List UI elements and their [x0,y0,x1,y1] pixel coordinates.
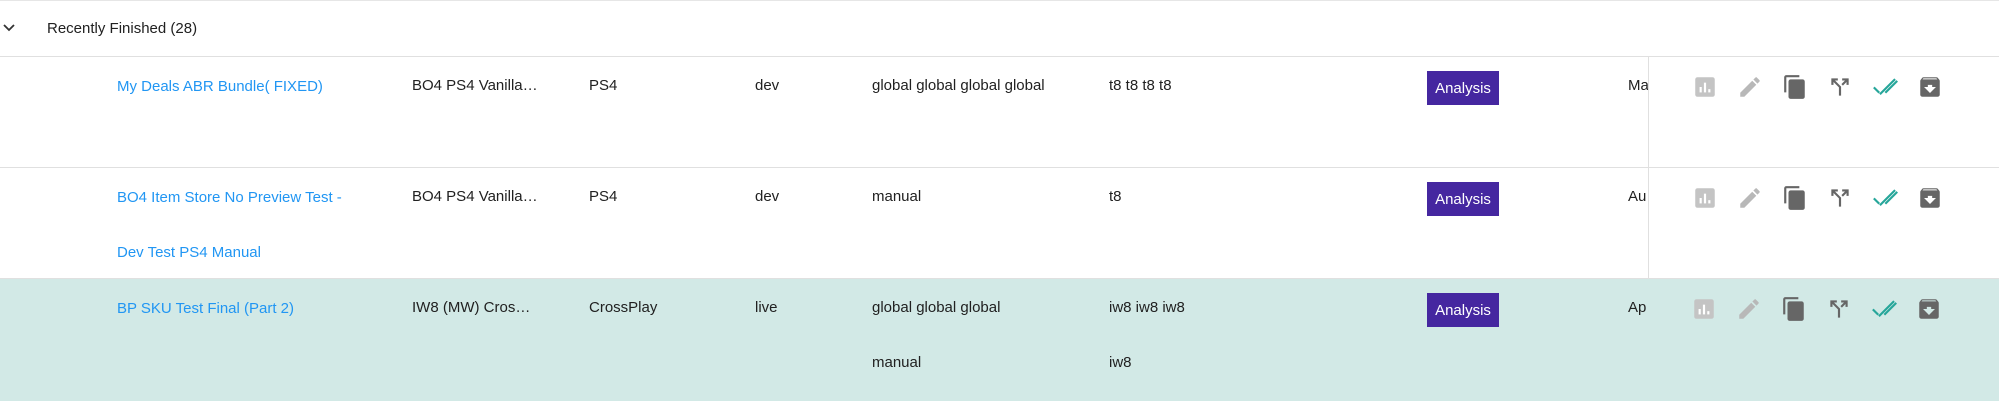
double-check-icon[interactable] [1872,74,1898,100]
region-cell-line2: manual [872,354,922,371]
copy-icon[interactable] [1782,185,1808,211]
title-code-cell-line2: iw8 [1109,354,1132,371]
archive-icon[interactable] [1917,185,1943,211]
environment-cell: dev [755,77,780,94]
group-title: Recently Finished (28) [47,20,198,37]
merge-arrow-icon[interactable] [1827,74,1853,100]
bar-chart-icon[interactable] [1692,74,1718,100]
table-row[interactable]: My Deals ABR Bundle( FIXED) BO4 PS4 Vani… [0,57,1999,168]
experiment-name-link[interactable]: My Deals ABR Bundle( FIXED) [117,59,357,114]
region-cell: global global global [872,299,1001,316]
double-check-icon[interactable] [1872,185,1898,211]
chevron-down-icon[interactable] [2,21,16,35]
copy-icon[interactable] [1781,296,1807,322]
game-cell: BO4 PS4 Vanilla… [412,188,538,205]
game-cell: BO4 PS4 Vanilla… [412,77,538,94]
archive-icon[interactable] [1917,74,1943,100]
row-actions [1648,168,1999,279]
truncated-cell: Ap [1628,299,1647,316]
archive-icon[interactable] [1916,296,1942,322]
status-badge[interactable]: Analysis [1427,182,1499,216]
row-actions [1648,57,1999,168]
edit-pencil-icon[interactable] [1737,185,1763,211]
truncated-cell: Ma [1628,77,1648,94]
row-actions [1648,279,1999,401]
environment-cell: live [755,299,778,316]
environment-cell: dev [755,188,780,205]
region-cell: global global global global [872,77,1045,94]
title-code-cell: t8 [1109,188,1122,205]
edit-pencil-icon[interactable] [1737,74,1763,100]
table-row-selected[interactable]: BP SKU Test Final (Part 2) IW8 (MW) Cros… [0,279,1999,401]
platform-cell: CrossPlay [589,299,658,316]
game-cell: IW8 (MW) Cros… [412,299,531,316]
bar-chart-icon[interactable] [1692,185,1718,211]
experiment-name-link-line2[interactable]: Dev Test PS4 Manual [117,225,357,280]
experiment-name-link[interactable]: BO4 Item Store No Preview Test - [117,170,357,225]
status-badge[interactable]: Analysis [1427,71,1499,105]
group-header: Recently Finished (28) [0,0,1999,57]
truncated-cell: Au [1628,188,1647,205]
platform-cell: PS4 [589,188,618,205]
platform-cell: PS4 [589,77,618,94]
region-cell: manual [872,188,922,205]
edit-pencil-icon[interactable] [1736,296,1762,322]
status-badge[interactable]: Analysis [1427,293,1499,327]
copy-icon[interactable] [1782,74,1808,100]
double-check-icon[interactable] [1871,296,1897,322]
title-code-cell: t8 t8 t8 t8 [1109,77,1172,94]
bar-chart-icon[interactable] [1691,296,1717,322]
title-code-cell: iw8 iw8 iw8 [1109,299,1185,316]
merge-arrow-icon[interactable] [1826,296,1852,322]
merge-arrow-icon[interactable] [1827,185,1853,211]
experiment-name-link[interactable]: BP SKU Test Final (Part 2) [117,281,357,336]
table-row[interactable]: BO4 Item Store No Preview Test - Dev Tes… [0,168,1999,279]
